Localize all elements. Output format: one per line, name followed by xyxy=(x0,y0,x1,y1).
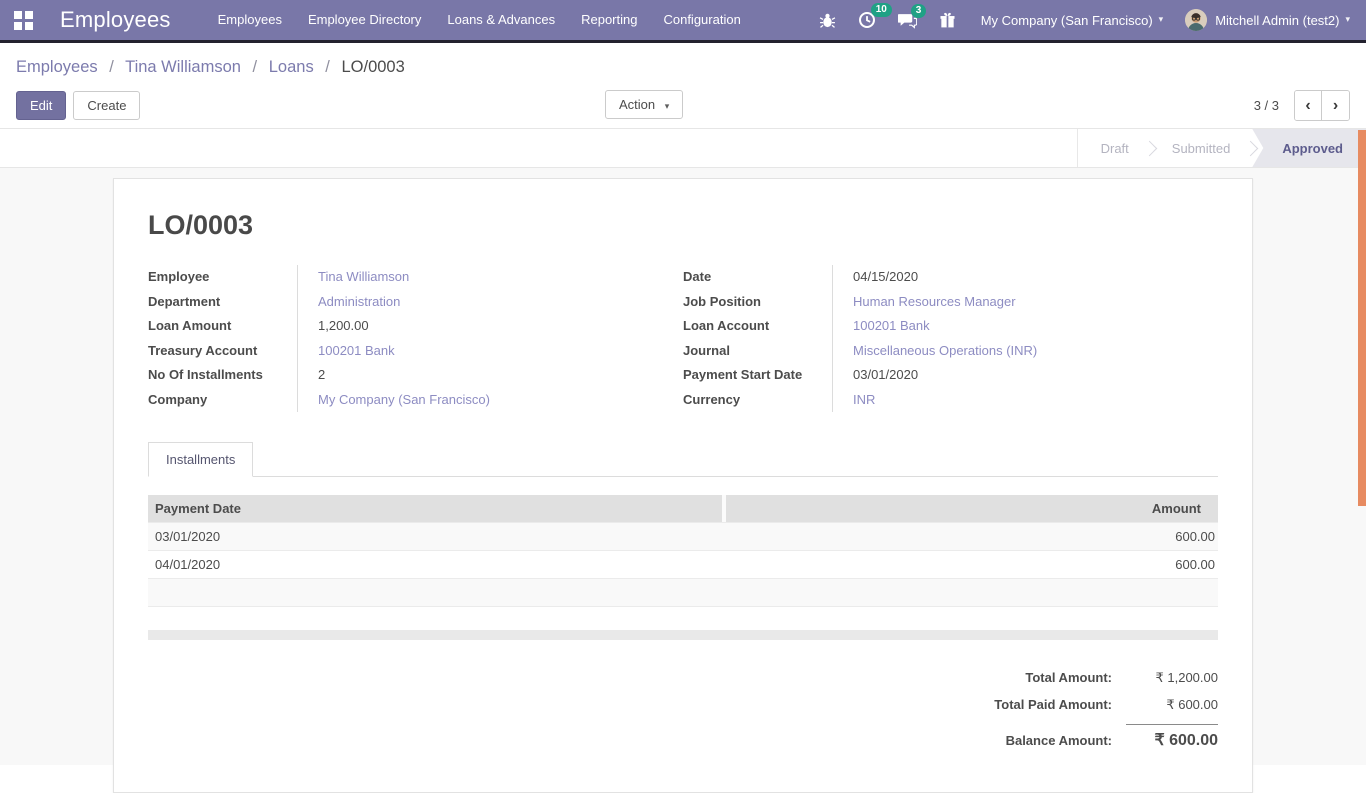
breadcrumb-separator: / xyxy=(102,58,121,76)
nav-menu-employee-directory[interactable]: Employee Directory xyxy=(295,0,434,40)
field-label-department: Department xyxy=(148,290,298,315)
field-value-loan-amount: 1,200.00 xyxy=(298,314,369,339)
balance-amount-value: ₹ 600.00 xyxy=(1126,724,1218,750)
field-groups: EmployeeTina Williamson DepartmentAdmini… xyxy=(148,265,1218,412)
field-value-treasury-account[interactable]: 100201 Bank xyxy=(298,339,395,364)
breadcrumb-current: LO/0003 xyxy=(341,58,404,76)
vertical-scrollbar[interactable] xyxy=(1358,130,1366,506)
control-panel: Edit Create Action ▾ 3 / 3 ‹ › xyxy=(0,82,1366,128)
notebook-tabs: Installments xyxy=(148,442,1218,477)
pager-next-button[interactable]: › xyxy=(1322,91,1349,120)
pager: 3 / 3 ‹ › xyxy=(1254,90,1350,121)
breadcrumb-tina-williamson[interactable]: Tina Williamson xyxy=(125,58,241,76)
field-group-left: EmployeeTina Williamson DepartmentAdmini… xyxy=(148,265,683,412)
breadcrumb-separator: / xyxy=(318,58,337,76)
apps-menu-icon[interactable] xyxy=(10,7,36,33)
field-value-date: 04/15/2020 xyxy=(833,265,918,290)
field-value-loan-account[interactable]: 100201 Bank xyxy=(833,314,930,339)
total-paid-amount-label: Total Paid Amount: xyxy=(994,697,1112,712)
field-label-loan-amount: Loan Amount xyxy=(148,314,298,339)
installments-table: Payment Date Amount 03/01/2020 600.00 04… xyxy=(148,495,1218,640)
table-row[interactable]: 04/01/2020 600.00 xyxy=(148,550,1218,578)
breadcrumb-separator: / xyxy=(246,58,265,76)
gift-icon[interactable] xyxy=(939,12,956,29)
cell-payment-date: 04/01/2020 xyxy=(148,557,220,572)
table-empty-row xyxy=(148,578,1218,606)
pager-count: 3 / 3 xyxy=(1254,98,1279,113)
table-footer-strip xyxy=(148,630,1218,640)
cell-payment-date: 03/01/2020 xyxy=(148,529,220,544)
total-paid-amount-value: ₹ 600.00 xyxy=(1126,697,1218,713)
stage-submitted[interactable]: Submitted xyxy=(1149,129,1254,167)
totals-section: Total Amount: ₹ 1,200.00 Total Paid Amou… xyxy=(148,670,1218,761)
field-label-loan-account: Loan Account xyxy=(683,314,833,339)
field-group-right: Date04/15/2020 Job PositionHuman Resourc… xyxy=(683,265,1218,412)
navbar-right: 10 3 My Company (San Francisco) ▾ Mitche… xyxy=(808,9,1350,31)
nav-menu-employees[interactable]: Employees xyxy=(205,0,295,40)
field-label-journal: Journal xyxy=(683,339,833,364)
stage-approved[interactable]: Approved xyxy=(1252,129,1366,167)
user-name: Mitchell Admin (test2) xyxy=(1215,13,1339,28)
nav-menus: Employees Employee Directory Loans & Adv… xyxy=(205,0,754,40)
balance-amount-label: Balance Amount: xyxy=(1006,733,1112,748)
table-empty-row xyxy=(148,606,1218,630)
user-menu[interactable]: Mitchell Admin (test2) ▾ xyxy=(1185,9,1350,31)
tab-installments[interactable]: Installments xyxy=(148,442,253,477)
total-amount-label: Total Amount: xyxy=(1025,670,1112,685)
nav-menu-configuration[interactable]: Configuration xyxy=(650,0,753,40)
debug-bug-icon[interactable] xyxy=(819,12,836,29)
create-button[interactable]: Create xyxy=(73,91,140,120)
column-header-payment-date[interactable]: Payment Date xyxy=(148,495,726,522)
field-label-job-position: Job Position xyxy=(683,290,833,315)
messages-chat-icon[interactable]: 3 xyxy=(898,12,917,29)
field-label-payment-start-date: Payment Start Date xyxy=(683,363,833,388)
field-value-job-position[interactable]: Human Resources Manager xyxy=(833,290,1016,315)
breadcrumb: Employees / Tina Williamson / Loans / LO… xyxy=(0,43,1366,82)
action-dropdown-button[interactable]: Action ▾ xyxy=(605,90,683,119)
avatar xyxy=(1185,9,1207,31)
company-name: My Company (San Francisco) xyxy=(981,13,1153,28)
statusbar: Draft Submitted Approved xyxy=(0,128,1366,168)
chevron-down-icon: ▾ xyxy=(1159,15,1164,25)
record-title: LO/0003 xyxy=(148,210,1218,241)
chevron-down-icon: ▾ xyxy=(1345,15,1350,25)
field-label-company: Company xyxy=(148,388,298,413)
app-brand[interactable]: Employees xyxy=(60,7,171,33)
total-amount-value: ₹ 1,200.00 xyxy=(1126,670,1218,686)
field-label-currency: Currency xyxy=(683,388,833,413)
content-area: LO/0003 EmployeeTina Williamson Departme… xyxy=(0,168,1366,765)
company-switcher[interactable]: My Company (San Francisco) ▾ xyxy=(981,13,1163,28)
pager-previous-button[interactable]: ‹ xyxy=(1295,91,1322,120)
chevron-down-icon: ▾ xyxy=(665,102,670,112)
top-navbar: Employees Employees Employee Directory L… xyxy=(0,0,1366,43)
column-header-amount[interactable]: Amount xyxy=(726,501,1218,516)
field-label-date: Date xyxy=(683,265,833,290)
breadcrumb-loans[interactable]: Loans xyxy=(269,58,314,76)
field-value-currency[interactable]: INR xyxy=(833,388,875,413)
nav-menu-loans-advances[interactable]: Loans & Advances xyxy=(434,0,568,40)
field-value-company[interactable]: My Company (San Francisco) xyxy=(298,388,490,413)
field-value-employee[interactable]: Tina Williamson xyxy=(298,265,409,290)
messages-count-badge: 3 xyxy=(911,4,927,18)
cell-amount: 600.00 xyxy=(1175,557,1218,572)
activities-clock-icon[interactable]: 10 xyxy=(858,11,876,29)
field-value-no-of-installments: 2 xyxy=(298,363,325,388)
activities-count-badge: 10 xyxy=(871,3,892,17)
field-label-treasury-account: Treasury Account xyxy=(148,339,298,364)
edit-button[interactable]: Edit xyxy=(16,91,66,120)
cell-amount: 600.00 xyxy=(1175,529,1218,544)
field-label-no-of-installments: No Of Installments xyxy=(148,363,298,388)
breadcrumb-employees[interactable]: Employees xyxy=(16,58,98,76)
field-value-payment-start-date: 03/01/2020 xyxy=(833,363,918,388)
table-header-row: Payment Date Amount xyxy=(148,495,1218,522)
table-row[interactable]: 03/01/2020 600.00 xyxy=(148,522,1218,550)
form-sheet: LO/0003 EmployeeTina Williamson Departme… xyxy=(113,178,1253,793)
nav-menu-reporting[interactable]: Reporting xyxy=(568,0,650,40)
field-label-employee: Employee xyxy=(148,265,298,290)
field-value-journal[interactable]: Miscellaneous Operations (INR) xyxy=(833,339,1037,364)
field-value-department[interactable]: Administration xyxy=(298,290,400,315)
